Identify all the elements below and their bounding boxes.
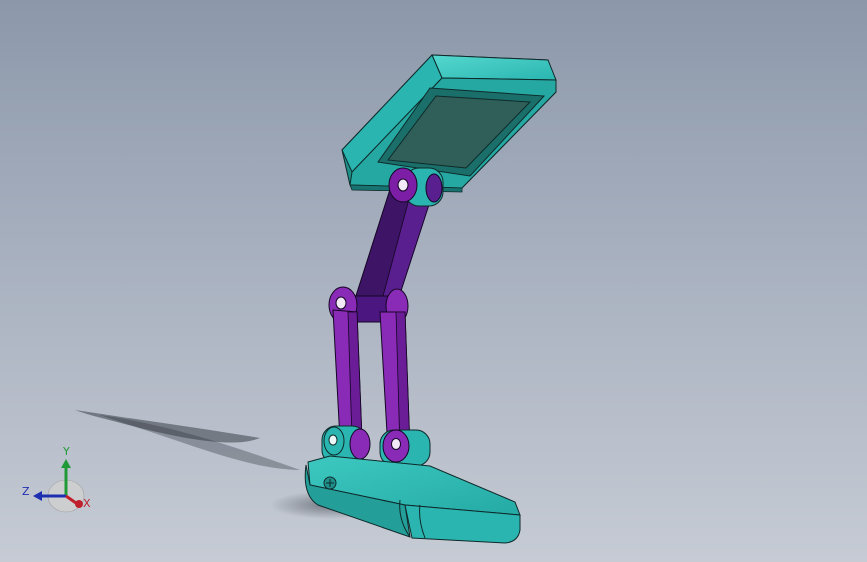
triad-y-label: Y <box>62 445 70 458</box>
lamp-head[interactable] <box>341 54 557 193</box>
triad-x-label: X <box>83 497 91 510</box>
base-hinge-right[interactable] <box>379 429 431 467</box>
base[interactable] <box>304 455 521 544</box>
3d-viewport[interactable]: Y Z X <box>0 0 867 562</box>
lower-arm-link-left[interactable] <box>332 309 363 441</box>
triad-z-label: Z <box>22 485 30 498</box>
lower-arm-link-right[interactable] <box>379 311 411 451</box>
coordinate-triad: Y Z X <box>22 445 91 513</box>
lamp-model[interactable] <box>0 0 867 562</box>
